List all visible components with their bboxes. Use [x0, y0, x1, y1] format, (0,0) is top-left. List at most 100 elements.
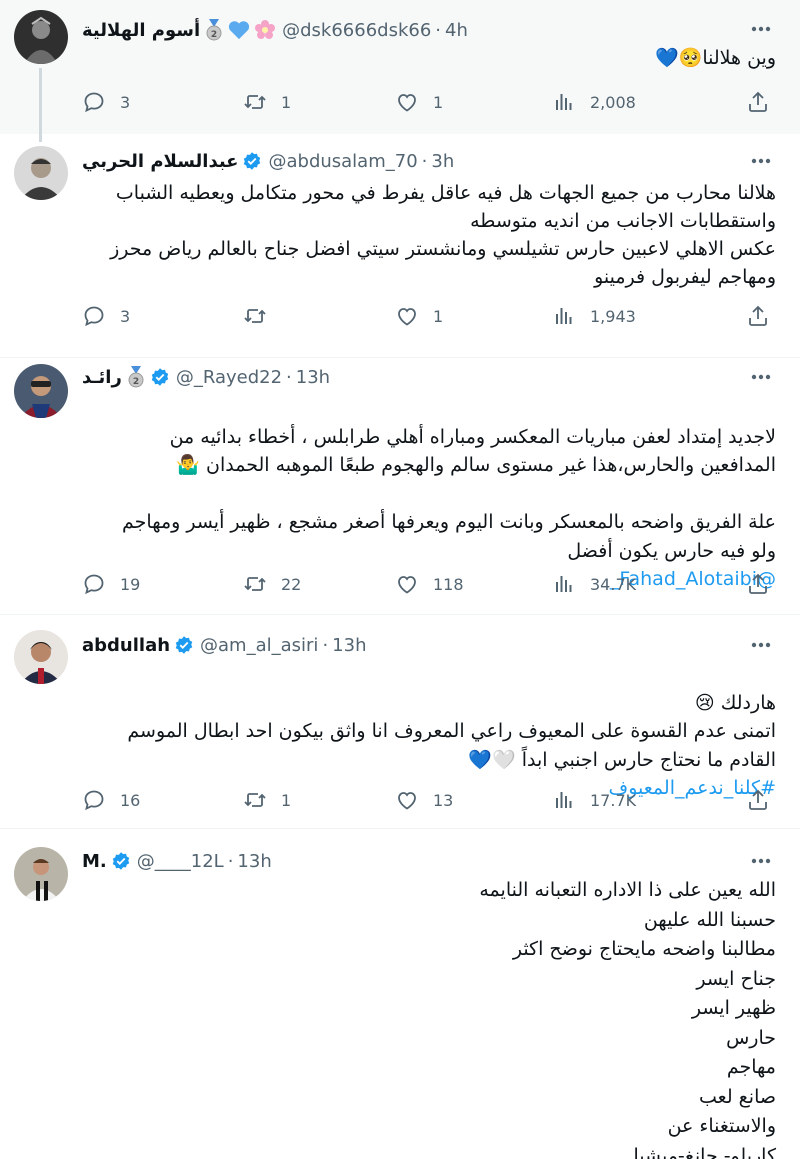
separator-dot: · — [435, 19, 442, 41]
more-icon[interactable] — [748, 364, 774, 390]
like-button[interactable]: 1 — [395, 89, 443, 115]
tweet-text: الله يعين على ذا الاداره التعبانه النايم… — [479, 879, 776, 1159]
retweet-button[interactable]: 1 — [243, 89, 291, 115]
tweet-header: M. @____12L · 13h — [82, 848, 740, 874]
retweet-count: 1 — [281, 790, 292, 810]
display-name[interactable]: M. — [82, 851, 131, 872]
like-count: 118 — [433, 574, 464, 594]
tweet-actions: 16 1 13 17.7K — [82, 787, 782, 813]
more-icon[interactable] — [748, 632, 774, 658]
views-icon — [552, 572, 576, 596]
display-name[interactable]: abdullah — [82, 635, 194, 656]
retweet-button[interactable]: 22 — [243, 571, 301, 597]
share-icon — [746, 90, 770, 114]
tweet[interactable]: رائـد 2 @_Rayed22 · 13h لاجديد إمتداد لع… — [0, 358, 800, 615]
timestamp[interactable]: 13h — [237, 851, 271, 872]
separator-dot: · — [421, 150, 428, 172]
retweet-count: 1 — [281, 92, 292, 112]
handle[interactable]: @abdusalam_70 — [268, 151, 417, 172]
handle[interactable]: @dsk6666dsk66 — [282, 20, 431, 41]
timestamp[interactable]: 3h — [431, 151, 454, 172]
reply-button[interactable]: 3 — [82, 303, 130, 329]
flower-icon — [254, 19, 276, 41]
like-icon — [395, 304, 419, 328]
reply-icon — [82, 304, 106, 328]
like-icon — [395, 572, 419, 596]
avatar[interactable] — [14, 146, 68, 200]
retweet-icon — [243, 304, 267, 328]
reply-icon — [82, 788, 106, 812]
timestamp[interactable]: 13h — [332, 635, 366, 656]
verified-icon — [111, 851, 131, 871]
reply-icon — [82, 90, 106, 114]
avatar[interactable] — [14, 10, 68, 64]
like-count: 1 — [433, 92, 444, 112]
avatar[interactable] — [14, 630, 68, 684]
svg-text:2: 2 — [133, 377, 139, 387]
tweet-header: أسوم الهلالية 2 @dsk6666dsk66 · 4h — [82, 17, 740, 43]
reply-button[interactable]: 16 — [82, 787, 140, 813]
more-icon[interactable] — [748, 848, 774, 874]
timestamp[interactable]: 13h — [296, 367, 330, 388]
views-icon — [552, 788, 576, 812]
separator-dot: · — [227, 850, 234, 872]
reply-count: 19 — [120, 574, 141, 594]
medal-icon: 2 — [126, 366, 146, 388]
tweet-actions: 3 1 1 2,008 — [82, 89, 782, 115]
reply-count: 3 — [120, 306, 131, 326]
timestamp[interactable]: 4h — [445, 20, 468, 41]
display-name[interactable]: أسوم الهلالية 2 — [82, 19, 276, 41]
handle[interactable]: @____12L — [137, 851, 224, 872]
like-button[interactable]: 1 — [395, 303, 443, 329]
handle[interactable]: @am_al_asiri — [200, 635, 318, 656]
tweet-text: هلالنا محارب من جميع الجهات هل فيه عاقل … — [110, 182, 776, 288]
more-icon[interactable] — [748, 148, 774, 174]
avatar[interactable] — [14, 364, 68, 418]
tweet-actions: 19 22 118 34.7K — [82, 571, 782, 597]
retweet-count: 22 — [281, 574, 302, 594]
views-button[interactable]: 17.7K — [552, 787, 636, 813]
verified-icon — [242, 151, 262, 171]
like-button[interactable]: 13 — [395, 787, 453, 813]
like-button[interactable]: 118 — [395, 571, 464, 597]
share-button[interactable] — [746, 787, 770, 813]
views-icon — [552, 304, 576, 328]
tweet[interactable]: عبدالسلام الحربي @abdusalam_70 · 3h هلال… — [0, 134, 800, 358]
retweet-button[interactable]: 1 — [243, 787, 291, 813]
share-button[interactable] — [746, 303, 770, 329]
tweet-text: وين هلالنا🥺💙 — [655, 47, 776, 69]
views-button[interactable]: 1,943 — [552, 303, 636, 329]
reply-icon — [82, 572, 106, 596]
views-button[interactable]: 2,008 — [552, 89, 636, 115]
display-name[interactable]: عبدالسلام الحربي — [82, 151, 262, 172]
retweet-button[interactable] — [243, 303, 281, 329]
tweet[interactable]: M. @____12L · 13h الله يعين على ذا الادا… — [0, 829, 800, 1159]
svg-text:2: 2 — [211, 30, 217, 40]
retweet-icon — [243, 572, 267, 596]
share-button[interactable] — [746, 89, 770, 115]
avatar[interactable] — [14, 847, 68, 901]
tweet[interactable]: abdullah @am_al_asiri · 13h هاردلك 😢 اتم… — [0, 615, 800, 829]
blue-heart-icon — [228, 20, 250, 40]
share-icon — [746, 572, 770, 596]
like-icon — [395, 90, 419, 114]
reply-button[interactable]: 19 — [82, 571, 140, 597]
share-icon — [746, 788, 770, 812]
retweet-icon — [243, 90, 267, 114]
tweet-header: abdullah @am_al_asiri · 13h — [82, 632, 740, 658]
share-button[interactable] — [746, 571, 770, 597]
display-name[interactable]: رائـد 2 — [82, 366, 170, 388]
medal-icon: 2 — [204, 19, 224, 41]
reply-button[interactable]: 3 — [82, 89, 130, 115]
thread-line — [39, 134, 42, 142]
tweet[interactable]: أسوم الهلالية 2 @dsk6666dsk66 · 4h وين ه… — [0, 0, 800, 138]
views-count: 34.7K — [590, 574, 637, 594]
share-icon — [746, 304, 770, 328]
retweet-icon — [243, 788, 267, 812]
views-count: 17.7K — [590, 790, 637, 810]
views-button[interactable]: 34.7K — [552, 571, 636, 597]
handle[interactable]: @_Rayed22 — [176, 367, 282, 388]
more-icon[interactable] — [748, 16, 774, 42]
tweet-header: عبدالسلام الحربي @abdusalam_70 · 3h — [82, 148, 740, 174]
separator-dot: · — [322, 634, 329, 656]
